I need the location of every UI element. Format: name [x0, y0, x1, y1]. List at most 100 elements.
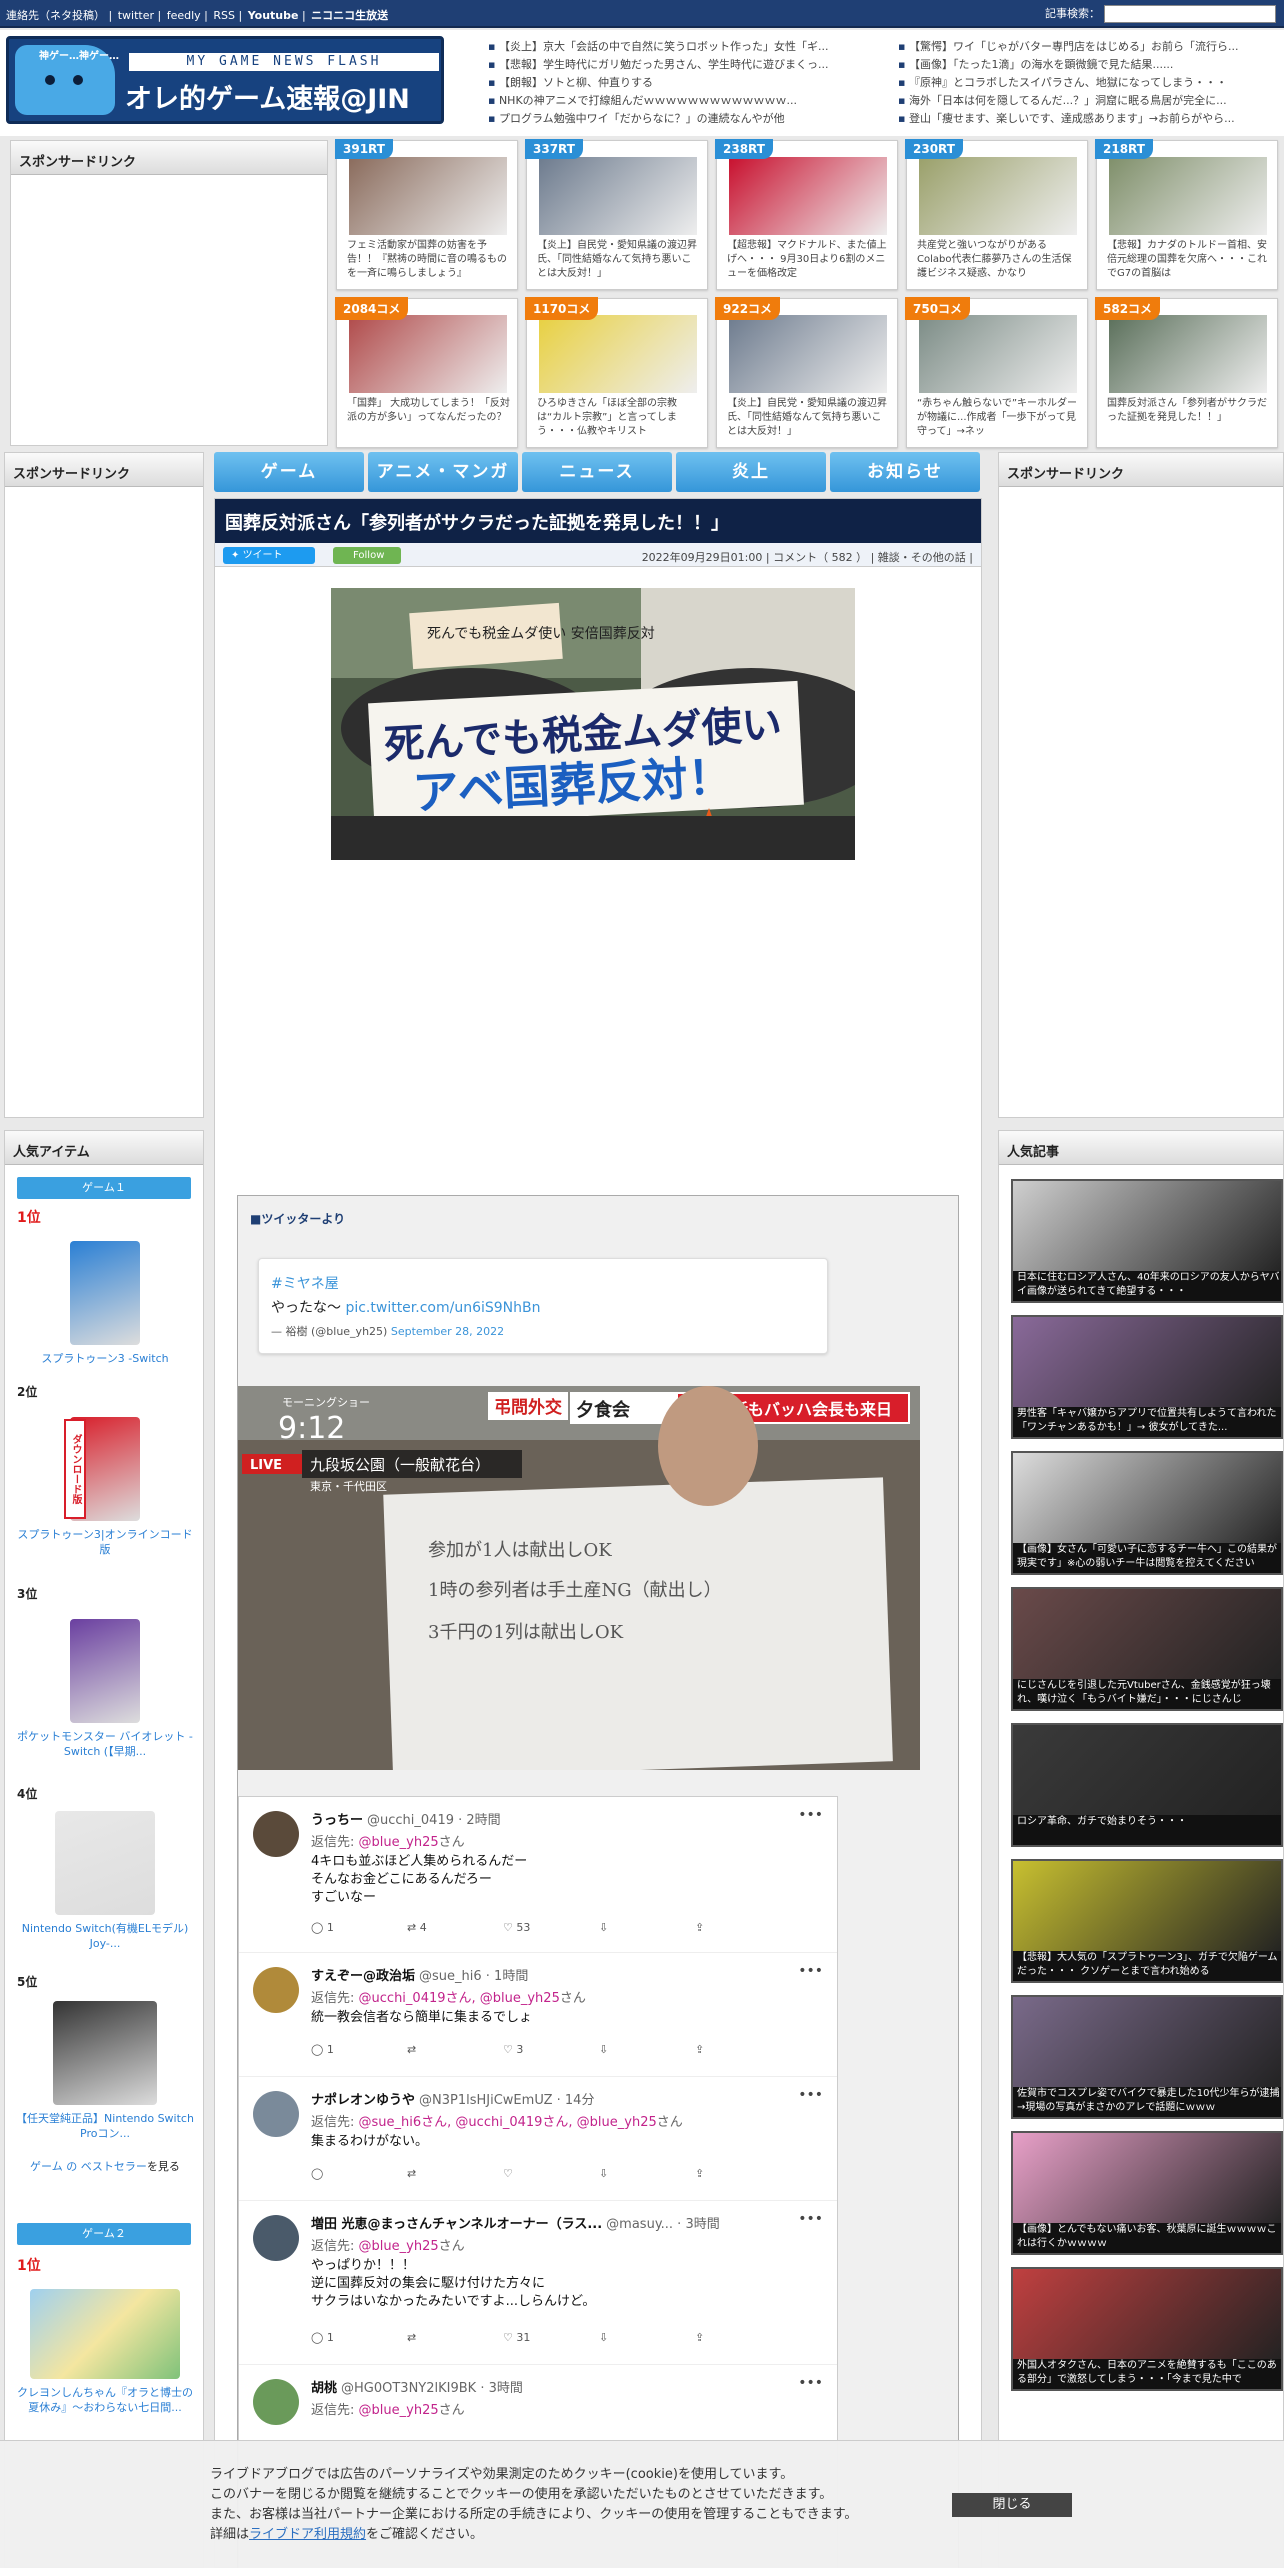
- product-item[interactable]: クレヨンしんちゃん『オラと博士の夏休み』～おわらない七日間...: [15, 2289, 195, 2415]
- bestseller-link[interactable]: ゲーム の ベストセラー: [30, 2160, 147, 2173]
- group-game2[interactable]: ゲーム２: [17, 2223, 191, 2245]
- product-item[interactable]: スプラトゥーン3 -Switch: [15, 1241, 195, 1366]
- twitter-link[interactable]: twitter: [118, 9, 154, 22]
- headline-item[interactable]: 登山「痩せます、楽しいです、達成感あります」→お前らがやら...: [898, 110, 1284, 128]
- popular-article[interactable]: にじさんじを引退した元Vtuberさん、金銭感覚が狂っ壊れ、嘆け泣く「もうバイト…: [1011, 1587, 1283, 1711]
- product-name[interactable]: ポケットモンスター バイオレット -Switch (【早期...: [15, 1729, 195, 1759]
- reply-action[interactable]: ◯ 1: [311, 1921, 407, 1934]
- product-image[interactable]: [53, 2001, 157, 2105]
- reply-item[interactable]: うっちー @ucchi_0419 · 2時間 ••• 返信先: @blue_yh2…: [239, 1797, 837, 1953]
- product-image[interactable]: [55, 1811, 155, 1915]
- rt-card[interactable]: 230RT 共産党と強いつながりがあるColabo代表仁藤夢乃さんの生活保護ビジネ…: [905, 139, 1088, 290]
- popular-article[interactable]: 佐賀市でコスプレ姿でバイクで暴走した10代少年らが逮捕→現場の写真がまさかのアレ…: [1011, 1995, 1283, 2119]
- popular-article[interactable]: 【画像】とんでもない痛いお客、秋葉原に誕生ｗｗｗｗこれは行くかｗｗｗｗ: [1011, 2131, 1283, 2255]
- follow-button[interactable]: Follow: [333, 547, 401, 564]
- headline-item[interactable]: 『原神』とコラボしたスイパラさん、地獄になってしまう・・・: [898, 74, 1284, 92]
- popular-article[interactable]: 外国人オタクさん、日本のアニメを絶賛するも「ここのある部分」で激怒してしまう・・…: [1011, 2267, 1283, 2391]
- product-name[interactable]: スプラトゥーン3|オンラインコード版: [15, 1527, 195, 1557]
- headline-item[interactable]: 【朗報】ソトと柳、仲直りする: [488, 74, 884, 92]
- reply-name[interactable]: うっちー: [311, 1813, 363, 1828]
- tab-game[interactable]: ゲーム: [214, 452, 364, 492]
- avatar[interactable]: [253, 2091, 299, 2137]
- popular-article[interactable]: 【画像】女さん「可愛い子に恋するチー牛へ」この結果が現実です」※心の弱いチー牛は…: [1011, 1451, 1283, 1575]
- tab-anime-manga[interactable]: アニメ・マンガ: [368, 452, 518, 492]
- headline-item[interactable]: 【驚愕】ワイ「じゃがバター専門店をはじめる」お前ら「流行ら...: [898, 38, 1284, 56]
- comment-card[interactable]: 2084コメ 「国葬」 大成功してしまう！「反対派の方が多い」ってなんだったの？: [335, 297, 518, 448]
- headline-item[interactable]: 【炎上】京大「会話の中で自然に笑うロボット作った」女性「ギ...: [488, 38, 884, 56]
- more-icon[interactable]: •••: [798, 1963, 823, 1979]
- rt-card[interactable]: 238RT 【超悲報】マクドナルド、また値上げへ・・・ 9月30日より6割のメニュ…: [715, 139, 898, 290]
- rss-link[interactable]: RSS: [213, 9, 235, 22]
- more-icon[interactable]: •••: [798, 2211, 823, 2227]
- tweet-date[interactable]: September 28, 2022: [391, 1325, 504, 1338]
- reply-action[interactable]: ◯: [311, 2167, 407, 2180]
- embedded-tweet[interactable]: #ミヤネ屋 やったな～ pic.twitter.com/un6iS9NhBn —…: [258, 1258, 828, 1354]
- tweet-button[interactable]: ✦ ツイート: [223, 547, 315, 564]
- share-icon[interactable]: ⇪: [695, 1921, 791, 1934]
- headline-item[interactable]: 海外「日本は何を隠してるんだ...？」洞窟に眠る鳥居が完全に...: [898, 92, 1284, 110]
- like-action[interactable]: ♡ 3: [503, 2043, 599, 2056]
- site-logo[interactable]: 神ゲー…神ゲー… MY GAME NEWS FLASH オレ的ゲーム速報@JIN: [6, 36, 444, 124]
- headline-item[interactable]: NHKの神アニメで打線組んだｗｗｗｗｗｗｗｗｗｗｗｗｗ...: [488, 92, 884, 110]
- avatar[interactable]: [253, 2215, 299, 2261]
- reply-item[interactable]: すえぞー@政治垢 @sue_hi6 · 1時間 ••• 返信先: @ucchi_0…: [239, 1953, 837, 2077]
- download-icon[interactable]: ⇩: [599, 1921, 695, 1934]
- share-icon[interactable]: ⇪: [695, 2167, 791, 2180]
- product-item[interactable]: ポケットモンスター バイオレット -Switch (【早期...: [15, 1619, 195, 1759]
- search-input[interactable]: [1104, 5, 1276, 23]
- retweet-action[interactable]: ⇄: [407, 2167, 503, 2180]
- comment-card[interactable]: 922コメ 【炎上】自民党・愛知県議の渡辺昇氏、「同性結婚なんて気持ち悪いことは大…: [715, 297, 898, 448]
- terms-link[interactable]: ライブドア利用規約: [249, 2527, 366, 2542]
- headline-item[interactable]: プログラム勉強中ワイ「だからなに？」の連続なんやが他: [488, 110, 884, 128]
- rt-card[interactable]: 337RT 【炎上】自民党・愛知県議の渡辺昇氏、「同性結婚なんて気持ち悪いことは大…: [525, 139, 708, 290]
- reply-action[interactable]: ◯ 1: [311, 2331, 407, 2344]
- product-image[interactable]: [30, 2289, 180, 2379]
- reply-to-handles[interactable]: @ucchi_0419さん, @blue_yh25: [359, 1991, 560, 2006]
- cookie-close-button[interactable]: 閉じる: [952, 2493, 1072, 2517]
- tab-notice[interactable]: お知らせ: [830, 452, 980, 492]
- avatar[interactable]: [253, 2379, 299, 2425]
- youtube-link[interactable]: Youtube: [248, 9, 299, 22]
- product-item[interactable]: 【任天堂純正品】Nintendo Switch Proコン...: [15, 2001, 195, 2141]
- like-action[interactable]: ♡: [503, 2167, 599, 2180]
- niconico-link[interactable]: ニコニコ生放送: [311, 9, 388, 22]
- product-name[interactable]: クレヨンしんちゃん『オラと博士の夏休み』～おわらない七日間...: [15, 2385, 195, 2415]
- retweet-action[interactable]: ⇄ 4: [407, 1921, 503, 1934]
- category-link[interactable]: 雑談・その他の話: [878, 551, 966, 564]
- comment-link[interactable]: コメント（ 582 ）: [773, 551, 867, 564]
- tab-enjo[interactable]: 炎上: [676, 452, 826, 492]
- reply-action[interactable]: ◯ 1: [311, 2043, 407, 2056]
- reply-to-handles[interactable]: @blue_yh25: [359, 1835, 439, 1850]
- reply-to-handles[interactable]: @blue_yh25: [359, 2403, 439, 2418]
- reply-name[interactable]: ナポレオンゆうや: [311, 2093, 415, 2108]
- retweet-action[interactable]: ⇄: [407, 2043, 503, 2056]
- headline-item[interactable]: 【画像】「たった1滴」の海水を顕微鏡で見た結果......: [898, 56, 1284, 74]
- more-icon[interactable]: •••: [798, 1807, 823, 1823]
- tweet-hashtag[interactable]: #ミヤネ屋: [271, 1273, 815, 1293]
- reply-item[interactable]: 増田 光恵@まっさんチャンネルオーナー（ラス... @masuy... · 3時間…: [239, 2201, 837, 2365]
- reply-name[interactable]: 増田 光恵@まっさんチャンネルオーナー（ラス...: [311, 2217, 602, 2232]
- popular-article[interactable]: ロシア革命、ガチで始まりそう・・・: [1011, 1723, 1283, 1847]
- reply-name[interactable]: すえぞー@政治垢: [311, 1969, 415, 1984]
- download-icon[interactable]: ⇩: [599, 2043, 695, 2056]
- reply-to-handles[interactable]: @sue_hi6さん, @ucchi_0419さん, @blue_yh25: [359, 2115, 657, 2130]
- share-icon[interactable]: ⇪: [695, 2331, 791, 2344]
- download-icon[interactable]: ⇩: [599, 2167, 695, 2180]
- avatar[interactable]: [253, 1967, 299, 2013]
- like-action[interactable]: ♡ 53: [503, 1921, 599, 1934]
- more-icon[interactable]: •••: [798, 2375, 823, 2391]
- comment-card[interactable]: 1170コメ ひろゆきさん「ほぼ全部の宗教は“カルト宗教”」と言ってしまう・・・仏…: [525, 297, 708, 448]
- share-icon[interactable]: ⇪: [695, 2043, 791, 2056]
- group-game1[interactable]: ゲーム１: [17, 1177, 191, 1199]
- headline-item[interactable]: 【悲報】学生時代にガリ勉だった男さん、学生時代に遊びまくっ...: [488, 56, 884, 74]
- rt-card[interactable]: 391RT フェミ活動家が国葬の妨害を予告！！『黙祷の時間に音の鳴るものを一斉に鳴…: [335, 139, 518, 290]
- product-image[interactable]: [70, 1619, 140, 1723]
- feedly-link[interactable]: feedly: [167, 9, 201, 22]
- reply-to-handles[interactable]: @blue_yh25: [359, 2239, 439, 2254]
- comment-card[interactable]: 582コメ 国葬反対派さん「参列者がサクラだった証拠を発見した！！」: [1095, 297, 1278, 448]
- product-item[interactable]: Nintendo Switch(有機ELモデル) Joy-...: [15, 1811, 195, 1951]
- reply-item[interactable]: ナポレオンゆうや @N3P1lsHJiCwEmUZ · 14分 ••• 返信先: …: [239, 2077, 837, 2201]
- like-action[interactable]: ♡ 31: [503, 2331, 599, 2344]
- product-image[interactable]: ダウンロード版: [64, 1417, 140, 1521]
- contact-link[interactable]: 連絡先（ネタ投稿）: [6, 9, 105, 22]
